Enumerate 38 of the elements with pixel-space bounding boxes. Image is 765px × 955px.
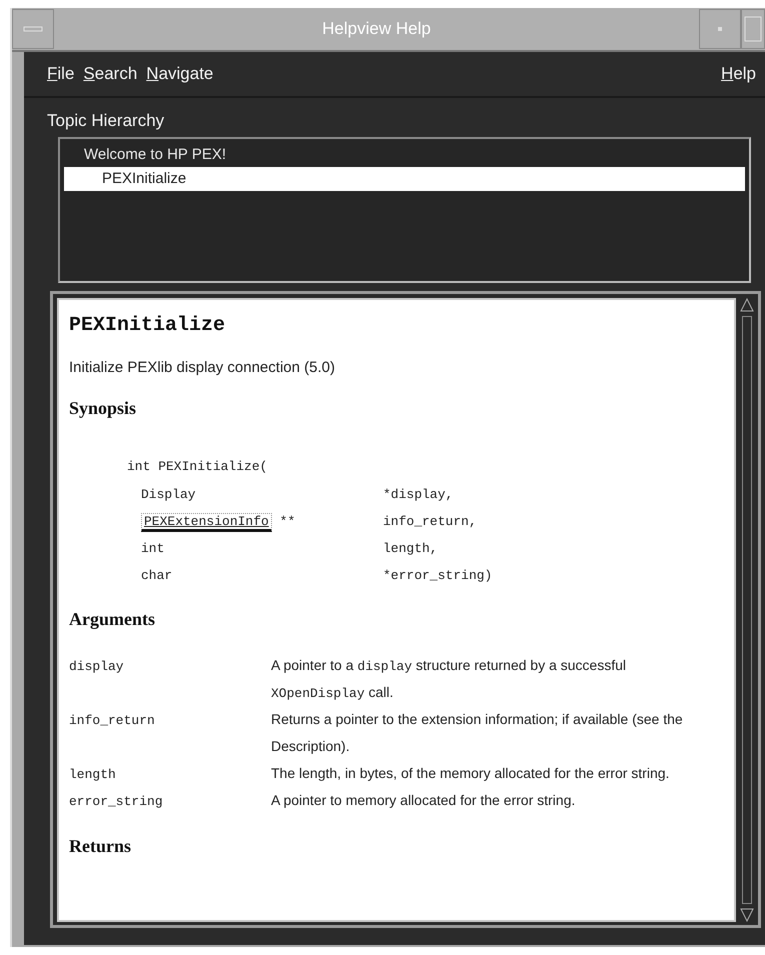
argument-description: The length, in bytes, of the memory allocated for the error string. bbox=[271, 764, 670, 783]
topic-title: PEXInitialize bbox=[69, 314, 226, 337]
tree-item[interactable]: PEXInitialize bbox=[64, 167, 745, 191]
menu-item[interactable]: Navigate bbox=[146, 64, 214, 84]
code-text: char bbox=[141, 568, 172, 583]
code-text: info_return, bbox=[383, 513, 478, 531]
tree-item[interactable]: Welcome to HP PEX! bbox=[64, 143, 745, 167]
type-link[interactable]: PEXExtensionInfo bbox=[141, 513, 272, 532]
code-text: *error_string) bbox=[383, 567, 494, 585]
code-text: ** bbox=[280, 514, 296, 529]
argument-description: Returns a pointer to the extension information; if available (see the Description). bbox=[271, 710, 684, 756]
bar-icon bbox=[23, 26, 43, 32]
argument-name: length bbox=[69, 767, 117, 782]
scroll-thumb[interactable] bbox=[742, 316, 752, 904]
down-arrow-icon[interactable] bbox=[740, 908, 754, 922]
menu-item[interactable]: File bbox=[47, 64, 74, 84]
window-menu-button[interactable] bbox=[12, 9, 54, 49]
section-label: Topic Hierarchy bbox=[47, 111, 166, 131]
argument-description: A pointer to a display structure returned by a successful XOpenDisplay call. bbox=[271, 656, 628, 703]
code-text: int bbox=[141, 541, 164, 556]
section-heading: Returns bbox=[69, 836, 132, 857]
section-heading: Synopsis bbox=[69, 398, 138, 419]
menu-item[interactable]: Search bbox=[83, 64, 138, 84]
argument-name: error_string bbox=[69, 794, 164, 809]
code-text: *display, bbox=[383, 486, 454, 504]
code-text: length, bbox=[383, 540, 439, 558]
argument-name: info_return bbox=[69, 713, 156, 728]
section-heading: Arguments bbox=[69, 609, 156, 630]
argument-description: A pointer to memory allocated for the error string. bbox=[271, 791, 576, 810]
up-arrow-icon[interactable] bbox=[740, 298, 754, 312]
code-text: Display bbox=[141, 487, 196, 502]
square-icon bbox=[744, 16, 762, 42]
menu-item[interactable]: Help bbox=[721, 64, 756, 84]
code-line: int PEXInitialize( bbox=[127, 458, 268, 476]
window-title: Helpview Help bbox=[321, 19, 432, 39]
topic-summary: Initialize PEXlib display connection (5.0) bbox=[69, 359, 336, 376]
argument-name: display bbox=[69, 659, 125, 674]
maximize-button[interactable] bbox=[741, 9, 765, 49]
